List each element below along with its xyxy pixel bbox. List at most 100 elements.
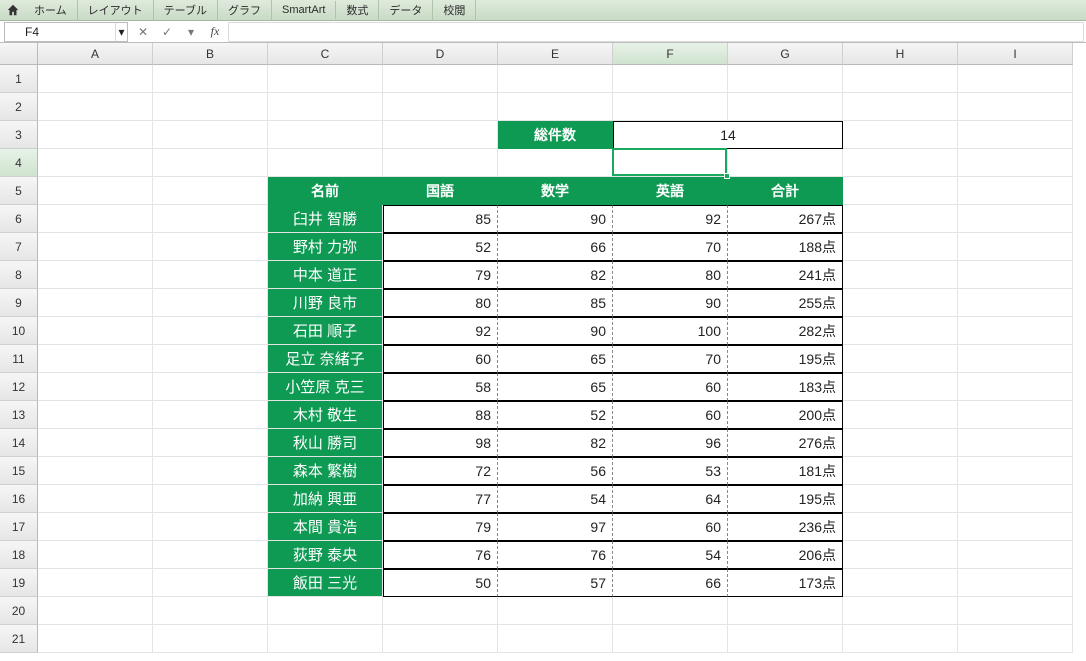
table-row-kokugo[interactable]: 92: [383, 317, 498, 345]
cell-A3[interactable]: [38, 121, 153, 149]
cell-A16[interactable]: [38, 485, 153, 513]
cell-B11[interactable]: [153, 345, 268, 373]
cell-H20[interactable]: [843, 597, 958, 625]
ribbon-tab-layout[interactable]: レイアウト: [78, 0, 154, 21]
cell-I1[interactable]: [958, 65, 1073, 93]
ribbon-tab-data[interactable]: データ: [379, 0, 433, 21]
cell-D21[interactable]: [383, 625, 498, 653]
row-header-5[interactable]: 5: [0, 177, 38, 205]
cell-G4[interactable]: [728, 149, 843, 177]
row-header-8[interactable]: 8: [0, 261, 38, 289]
cell-H19[interactable]: [843, 569, 958, 597]
cell-C2[interactable]: [268, 93, 383, 121]
cell-H3[interactable]: [843, 121, 958, 149]
cell-F4[interactable]: [613, 149, 728, 177]
ribbon-tab-smartart[interactable]: SmartArt: [272, 1, 336, 19]
table-row-total[interactable]: 188点: [728, 233, 843, 261]
cell-H7[interactable]: [843, 233, 958, 261]
cell-C21[interactable]: [268, 625, 383, 653]
cell-H6[interactable]: [843, 205, 958, 233]
table-row-kokugo[interactable]: 77: [383, 485, 498, 513]
table-row-total[interactable]: 282点: [728, 317, 843, 345]
table-row-total[interactable]: 206点: [728, 541, 843, 569]
table-row-suugaku[interactable]: 65: [498, 345, 613, 373]
cell-I16[interactable]: [958, 485, 1073, 513]
ribbon-tab-formula[interactable]: 数式: [336, 0, 379, 21]
cell-G1[interactable]: [728, 65, 843, 93]
fx-icon[interactable]: fx: [204, 23, 226, 41]
cell-B6[interactable]: [153, 205, 268, 233]
cell-A7[interactable]: [38, 233, 153, 261]
cell-A1[interactable]: [38, 65, 153, 93]
row-header-6[interactable]: 6: [0, 205, 38, 233]
cell-I10[interactable]: [958, 317, 1073, 345]
cell-H13[interactable]: [843, 401, 958, 429]
cell-H8[interactable]: [843, 261, 958, 289]
row-header-18[interactable]: 18: [0, 541, 38, 569]
table-row-kokugo[interactable]: 79: [383, 261, 498, 289]
cell-I7[interactable]: [958, 233, 1073, 261]
formula-input[interactable]: [228, 22, 1084, 42]
table-row-suugaku[interactable]: 52: [498, 401, 613, 429]
column-header-B[interactable]: B: [153, 43, 268, 65]
column-header-E[interactable]: E: [498, 43, 613, 65]
cell-H18[interactable]: [843, 541, 958, 569]
table-row-eigo[interactable]: 60: [613, 401, 728, 429]
name-box[interactable]: F4 ▾: [4, 22, 128, 42]
cell-A18[interactable]: [38, 541, 153, 569]
cell-H2[interactable]: [843, 93, 958, 121]
ribbon-tab-table[interactable]: テーブル: [154, 0, 218, 21]
row-header-3[interactable]: 3: [0, 121, 38, 149]
cell-H15[interactable]: [843, 457, 958, 485]
row-header-16[interactable]: 16: [0, 485, 38, 513]
cell-I19[interactable]: [958, 569, 1073, 597]
cell-A2[interactable]: [38, 93, 153, 121]
cell-F1[interactable]: [613, 65, 728, 93]
cell-G20[interactable]: [728, 597, 843, 625]
table-row-eigo[interactable]: 92: [613, 205, 728, 233]
cell-H9[interactable]: [843, 289, 958, 317]
table-row-kokugo[interactable]: 50: [383, 569, 498, 597]
table-row-suugaku[interactable]: 57: [498, 569, 613, 597]
cell-E1[interactable]: [498, 65, 613, 93]
select-all-corner[interactable]: [0, 43, 38, 65]
row-header-11[interactable]: 11: [0, 345, 38, 373]
table-row-eigo[interactable]: 80: [613, 261, 728, 289]
cell-H17[interactable]: [843, 513, 958, 541]
table-row-eigo[interactable]: 60: [613, 513, 728, 541]
cell-E20[interactable]: [498, 597, 613, 625]
cell-I8[interactable]: [958, 261, 1073, 289]
table-row-total[interactable]: 236点: [728, 513, 843, 541]
row-header-1[interactable]: 1: [0, 65, 38, 93]
table-row-suugaku[interactable]: 85: [498, 289, 613, 317]
cell-B9[interactable]: [153, 289, 268, 317]
cell-I5[interactable]: [958, 177, 1073, 205]
cell-D2[interactable]: [383, 93, 498, 121]
row-header-14[interactable]: 14: [0, 429, 38, 457]
column-header-H[interactable]: H: [843, 43, 958, 65]
cell-A21[interactable]: [38, 625, 153, 653]
cell-I17[interactable]: [958, 513, 1073, 541]
cell-B18[interactable]: [153, 541, 268, 569]
cell-H1[interactable]: [843, 65, 958, 93]
cell-E4[interactable]: [498, 149, 613, 177]
cell-C4[interactable]: [268, 149, 383, 177]
cell-B2[interactable]: [153, 93, 268, 121]
table-row-total[interactable]: 241点: [728, 261, 843, 289]
cell-A6[interactable]: [38, 205, 153, 233]
table-row-eigo[interactable]: 70: [613, 345, 728, 373]
table-row-suugaku[interactable]: 76: [498, 541, 613, 569]
row-header-13[interactable]: 13: [0, 401, 38, 429]
cell-I6[interactable]: [958, 205, 1073, 233]
cell-I20[interactable]: [958, 597, 1073, 625]
row-header-9[interactable]: 9: [0, 289, 38, 317]
table-row-suugaku[interactable]: 82: [498, 261, 613, 289]
cell-D20[interactable]: [383, 597, 498, 625]
row-header-19[interactable]: 19: [0, 569, 38, 597]
table-row-kokugo[interactable]: 80: [383, 289, 498, 317]
table-row-suugaku[interactable]: 90: [498, 205, 613, 233]
cell-D3[interactable]: [383, 121, 498, 149]
cell-A19[interactable]: [38, 569, 153, 597]
cell-B13[interactable]: [153, 401, 268, 429]
cell-E2[interactable]: [498, 93, 613, 121]
